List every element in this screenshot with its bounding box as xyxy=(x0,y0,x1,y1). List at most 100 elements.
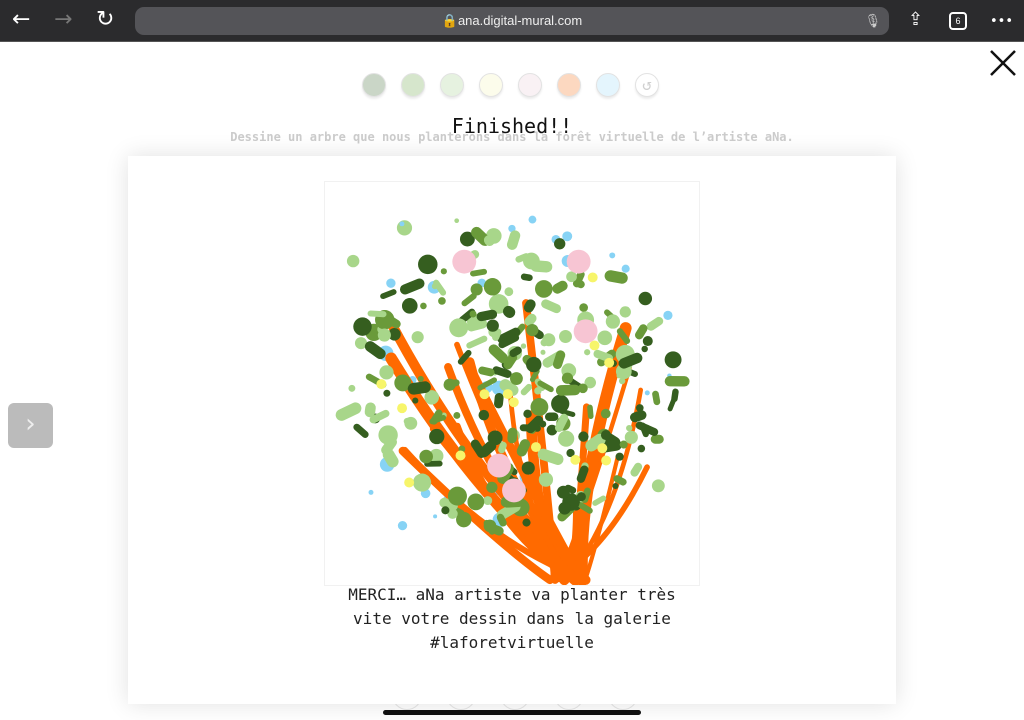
paint-dot xyxy=(346,254,360,268)
leaf-stroke xyxy=(496,513,507,527)
url-text: ana.digital-mural.com xyxy=(457,13,583,28)
pink-flower xyxy=(452,249,477,274)
yellow-dot xyxy=(397,403,408,414)
leaf-blob xyxy=(642,336,653,347)
tabs-button[interactable]: 6 xyxy=(949,12,967,30)
leaf-blob xyxy=(467,493,485,511)
leaf-stroke xyxy=(492,328,502,341)
leaf-blob xyxy=(377,328,391,342)
yellow-dot xyxy=(502,389,513,400)
leaf-blob xyxy=(438,297,446,305)
address-bar[interactable]: 🔒ana.digital-mural.com 🎙 xyxy=(135,7,889,35)
color-swatch[interactable] xyxy=(479,73,503,97)
leaf-blob xyxy=(522,518,531,527)
leaf-stroke xyxy=(494,392,504,409)
color-swatch[interactable] xyxy=(518,73,542,97)
leaf-stroke xyxy=(364,341,386,360)
leaf-stroke xyxy=(461,293,477,307)
leaf-blob xyxy=(483,496,493,506)
leaf-stroke xyxy=(471,226,491,246)
leaf-blob xyxy=(584,349,591,356)
leaf-blob xyxy=(526,323,539,337)
yellow-dot xyxy=(604,357,615,368)
color-swatch[interactable] xyxy=(440,73,464,97)
leaf-stroke xyxy=(576,465,589,483)
leaf-blob xyxy=(379,365,394,380)
leaf-stroke xyxy=(613,475,627,486)
leaf-stroke xyxy=(380,289,397,300)
leaf-blob xyxy=(556,485,570,499)
yellow-dot xyxy=(404,477,415,488)
forward-button[interactable]: → xyxy=(54,8,72,32)
leaf-stroke xyxy=(470,268,488,277)
color-swatch[interactable] xyxy=(362,73,386,97)
paint-dot xyxy=(520,343,527,349)
leaf-stroke xyxy=(537,448,564,465)
leaf-blob xyxy=(624,430,638,444)
leaf-blob xyxy=(605,314,620,329)
pink-flower xyxy=(487,453,512,478)
more-icon[interactable]: ••• xyxy=(990,10,1013,34)
paint-dot xyxy=(396,220,413,236)
leaf-stroke xyxy=(429,414,447,425)
leaf-blob xyxy=(412,473,432,492)
paint-dot xyxy=(504,287,514,297)
paint-dot xyxy=(399,221,405,227)
paint-dot xyxy=(644,390,650,396)
leaf-blob xyxy=(558,502,571,515)
leaf-stroke xyxy=(574,279,585,289)
leaf-stroke xyxy=(630,462,643,477)
microphone-icon[interactable]: 🎙 xyxy=(864,7,881,35)
leaf-blob xyxy=(469,310,477,318)
leaf-blob xyxy=(615,452,624,461)
finished-title: Finished!! xyxy=(451,114,573,138)
leaf-blob xyxy=(534,280,553,298)
leaf-blob xyxy=(664,351,682,369)
leaf-stroke xyxy=(507,427,518,444)
leaf-stroke xyxy=(520,273,533,282)
leaf-stroke xyxy=(492,366,512,378)
home-indicator xyxy=(383,710,641,715)
paint-dot xyxy=(397,520,408,531)
yellow-dot xyxy=(530,442,541,453)
leaf-blob xyxy=(619,306,631,318)
reload-button[interactable]: ↻ xyxy=(96,8,114,32)
leaf-stroke xyxy=(367,310,387,318)
leaf-blob xyxy=(521,461,535,475)
leaf-blob xyxy=(637,444,646,453)
leaf-blob xyxy=(404,416,418,430)
paint-dot xyxy=(562,231,573,242)
leaf-stroke xyxy=(554,413,569,433)
paint-dot xyxy=(368,489,374,495)
paint-dot xyxy=(433,514,438,519)
color-swatch[interactable] xyxy=(401,73,425,97)
leaf-blob xyxy=(431,283,438,290)
leaf-blob xyxy=(626,424,633,432)
leaf-stroke xyxy=(524,313,537,327)
pink-flower xyxy=(573,319,598,344)
yellow-dot xyxy=(589,340,600,351)
color-swatch[interactable] xyxy=(557,73,581,97)
undo-icon[interactable]: ↺ xyxy=(635,73,659,97)
leaf-blob xyxy=(578,431,589,442)
leaf-blob xyxy=(353,317,372,336)
color-swatch[interactable] xyxy=(596,73,620,97)
yellow-dot xyxy=(570,454,581,465)
thank-you-message: MERCI… aNa artiste va planter très vite … xyxy=(128,583,896,655)
paint-dot xyxy=(559,330,572,343)
leaf-blob xyxy=(578,383,588,394)
leaf-stroke xyxy=(466,335,488,349)
paint-dot xyxy=(386,278,396,288)
share-icon[interactable]: ⇪ xyxy=(908,8,923,32)
leaf-blob xyxy=(538,472,554,487)
leaf-blob xyxy=(641,345,648,353)
leaf-blob xyxy=(483,278,502,296)
back-button[interactable]: ← xyxy=(12,8,30,32)
leaf-blob xyxy=(348,384,356,392)
leaf-stroke xyxy=(335,402,362,421)
close-icon[interactable] xyxy=(988,48,1018,78)
leaf-blob xyxy=(558,430,575,447)
next-arrow-button[interactable]: › xyxy=(8,403,53,448)
leaf-blob xyxy=(478,409,490,421)
leaf-blob xyxy=(429,428,445,445)
